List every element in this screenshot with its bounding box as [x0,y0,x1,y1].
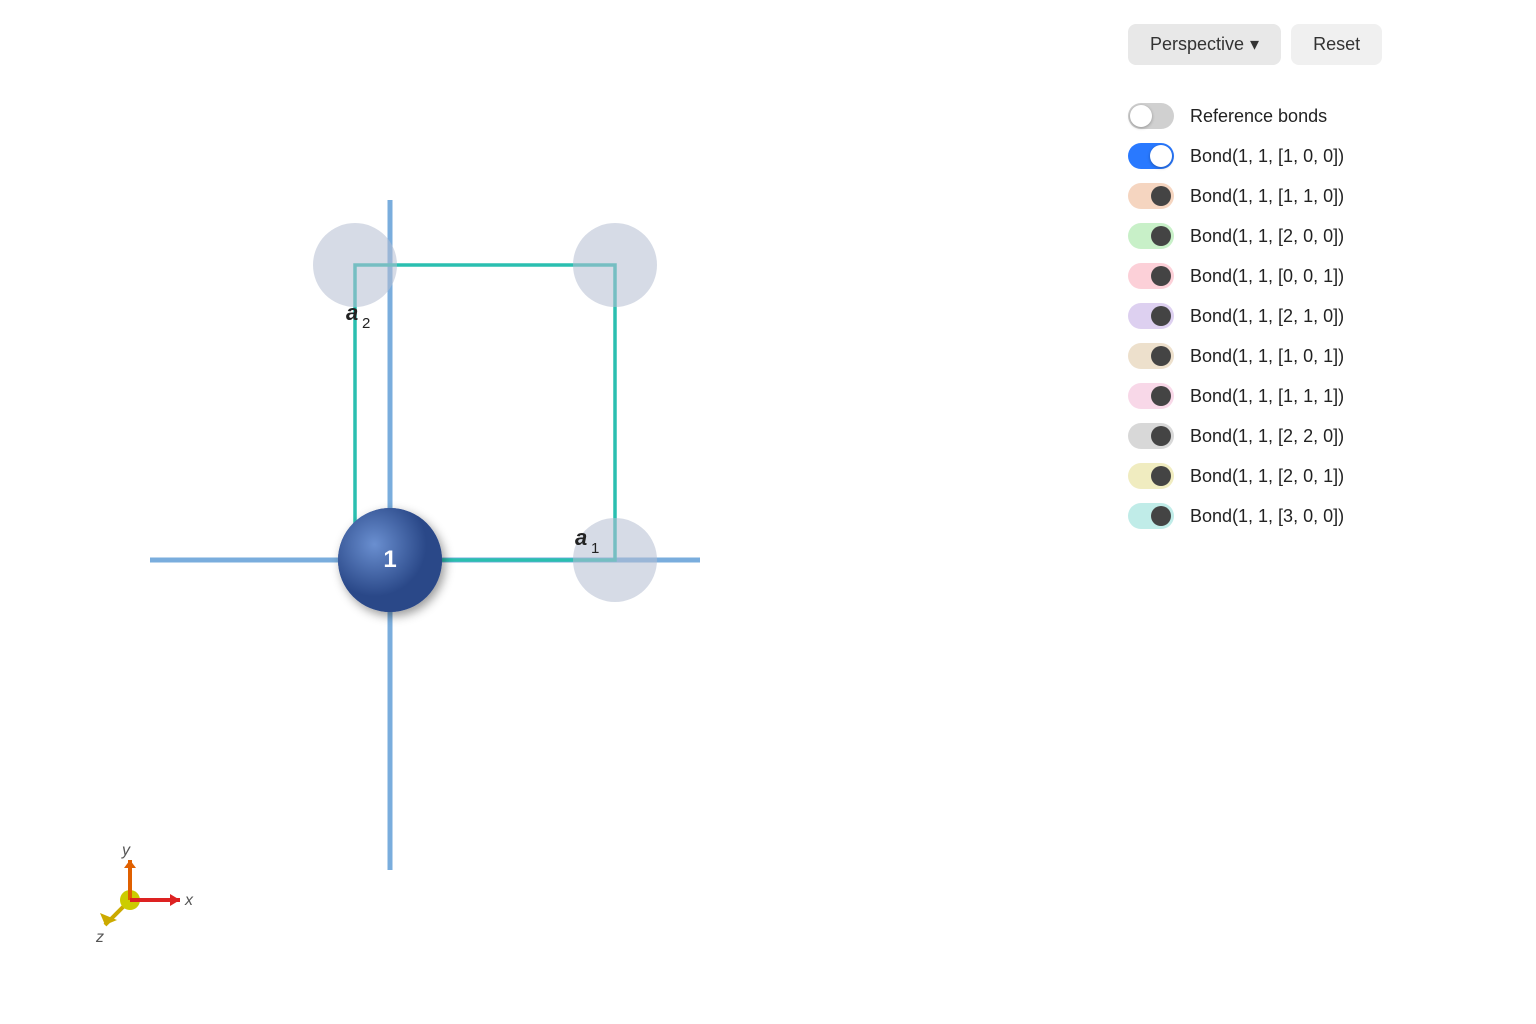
pill-dot-bond-1210 [1151,306,1171,326]
color-pill-bond-1111 [1128,383,1174,409]
legend-label-bond-1201: Bond(1, 1, [2, 0, 1]) [1190,466,1344,487]
legend-label-bond-1220: Bond(1, 1, [2, 2, 0]) [1190,426,1344,447]
color-pill-bond-1300 [1128,503,1174,529]
legend-item-bond-1111[interactable]: Bond(1, 1, [1, 1, 1]) [1128,377,1508,415]
legend-item-bond-1001[interactable]: Bond(1, 1, [0, 0, 1]) [1128,257,1508,295]
legend-label-bond-1110: Bond(1, 1, [1, 1, 0]) [1190,186,1344,207]
perspective-label: Perspective [1150,34,1244,55]
legend-item-bond-1200[interactable]: Bond(1, 1, [2, 0, 0]) [1128,217,1508,255]
pill-dot-bond-1001 [1151,266,1171,286]
x-axis-label: x [184,892,194,909]
legend-item-bond-1300[interactable]: Bond(1, 1, [3, 0, 0]) [1128,497,1508,535]
color-pill-bond-1101 [1128,343,1174,369]
toggle-bond-1100[interactable] [1128,143,1174,169]
legend-label-bond-1210: Bond(1, 1, [2, 1, 0]) [1190,306,1344,327]
legend-item-bond-1100[interactable]: Bond(1, 1, [1, 0, 0]) [1128,137,1508,175]
perspective-button[interactable]: Perspective ▾ [1128,24,1281,65]
pill-dot-bond-1220 [1151,426,1171,446]
color-pill-bond-1220 [1128,423,1174,449]
color-pill-bond-1201 [1128,463,1174,489]
viewport[interactable]: 1 a 2 a 1 y x z [0,0,1100,1024]
a1-label: a [575,525,587,550]
legend-item-ref-bonds[interactable]: Reference bonds [1128,97,1508,135]
legend-label-bond-1101: Bond(1, 1, [1, 0, 1]) [1190,346,1344,367]
legend-label-bond-1100: Bond(1, 1, [1, 0, 0]) [1190,146,1344,167]
legend-label-bond-1001: Bond(1, 1, [0, 0, 1]) [1190,266,1344,287]
right-panel: Perspective ▾ Reset Reference bonds Bond(… [1100,0,1536,1024]
pill-dot-bond-1110 [1151,186,1171,206]
atom-label: 1 [383,546,396,573]
legend-item-bond-1210[interactable]: Bond(1, 1, [2, 1, 0]) [1128,297,1508,335]
y-axis-label: y [121,842,131,859]
legend-item-bond-1201[interactable]: Bond(1, 1, [2, 0, 1]) [1128,457,1508,495]
legend-item-bond-1110[interactable]: Bond(1, 1, [1, 1, 0]) [1128,177,1508,215]
color-pill-bond-1001 [1128,263,1174,289]
reset-label: Reset [1313,34,1360,55]
legend-item-bond-1220[interactable]: Bond(1, 1, [2, 2, 0]) [1128,417,1508,455]
reset-button[interactable]: Reset [1291,24,1382,65]
pill-dot-bond-1300 [1151,506,1171,526]
pill-dot-bond-1200 [1151,226,1171,246]
z-axis-label: z [95,929,104,946]
pill-dot-bond-1111 [1151,386,1171,406]
legend-label-bond-1111: Bond(1, 1, [1, 1, 1]) [1190,386,1344,407]
a1-subscript: 1 [591,540,599,557]
pill-dot-bond-1101 [1151,346,1171,366]
toolbar: Perspective ▾ Reset [1128,24,1508,65]
legend-label-bond-1200: Bond(1, 1, [2, 0, 0]) [1190,226,1344,247]
legend-label-ref-bonds: Reference bonds [1190,106,1327,127]
legend-item-bond-1101[interactable]: Bond(1, 1, [1, 0, 1]) [1128,337,1508,375]
a2-label: a [346,300,358,325]
toggle-ref-bonds[interactable] [1128,103,1174,129]
legend: Reference bonds Bond(1, 1, [1, 0, 0]) Bond… [1128,97,1508,535]
color-pill-bond-1200 [1128,223,1174,249]
a2-subscript: 2 [362,315,370,332]
pill-dot-bond-1201 [1151,466,1171,486]
legend-label-bond-1300: Bond(1, 1, [3, 0, 0]) [1190,506,1344,527]
perspective-chevron: ▾ [1250,34,1259,55]
color-pill-bond-1110 [1128,183,1174,209]
color-pill-bond-1210 [1128,303,1174,329]
